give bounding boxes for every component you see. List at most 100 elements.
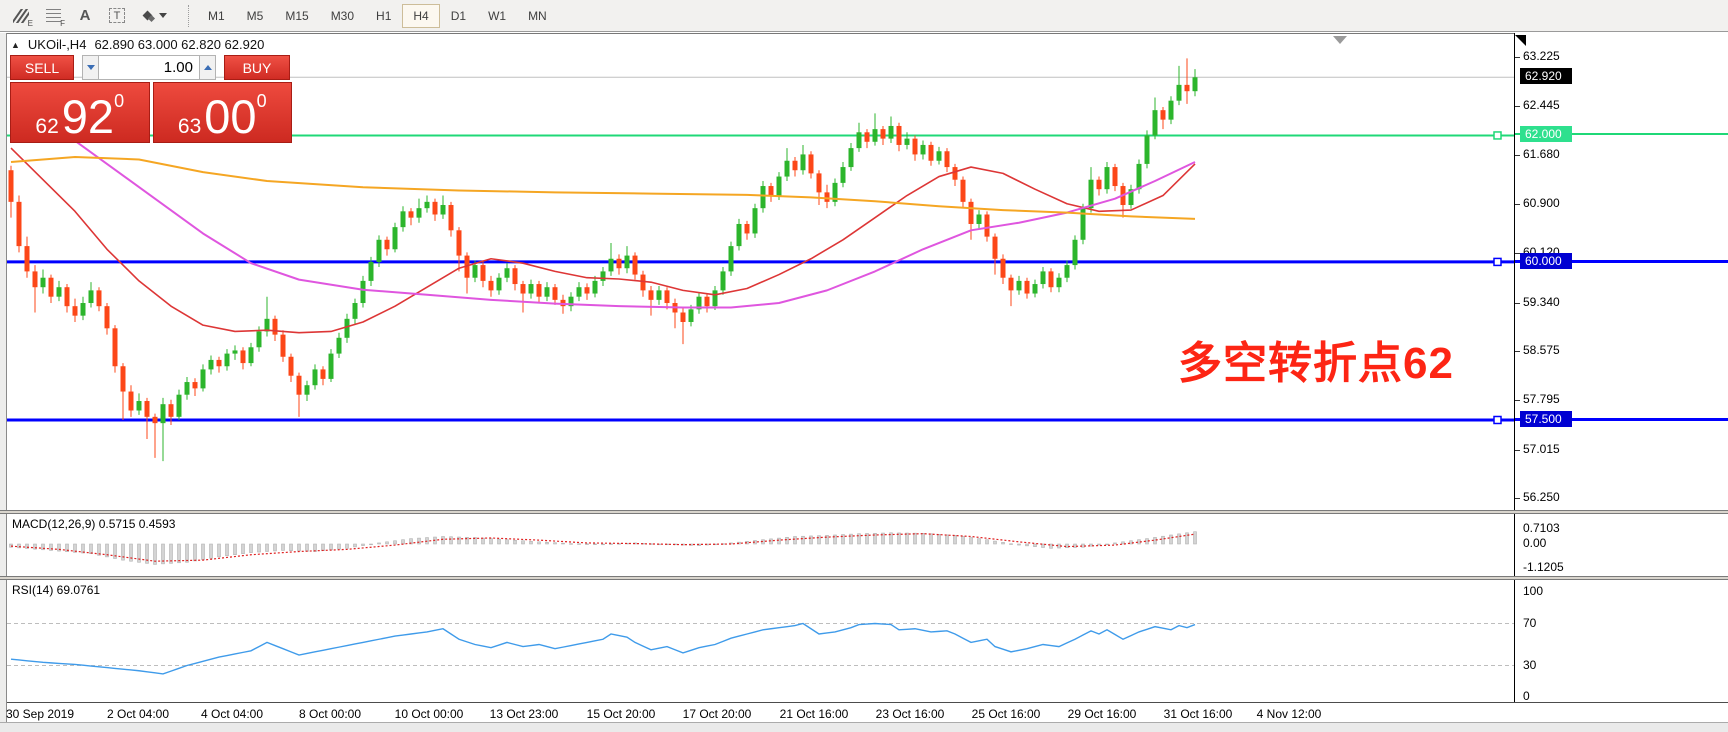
candle-body [441,205,446,214]
time-axis-label: 4 Nov 12:00 [1257,707,1322,721]
candle-body [729,246,734,271]
time-axis-label: 13 Oct 23:00 [490,707,559,721]
sell-price-display[interactable]: 62 92 0 [10,82,150,143]
rsi-axis-label: 70 [1523,616,1536,631]
candle-body [601,271,606,280]
candle-body [377,240,382,262]
candle-body [257,331,262,347]
price-axis[interactable]: 63.22562.44561.68060.90060.12059.34058.5… [1514,33,1728,702]
timeframe-button-d1[interactable]: D1 [440,4,477,28]
text-tool-icon[interactable]: A [70,3,100,29]
candle-body [841,167,846,183]
candle-body [985,214,990,236]
candle-body [25,246,30,271]
price-axis-label: 58.575 [1523,343,1560,358]
buy-price-whole: 63 [178,116,201,137]
macd-histogram-bar [498,539,501,544]
line-drag-handle[interactable] [1494,132,1501,139]
time-axis-label: 17 Oct 20:00 [683,707,752,721]
one-click-collapse-icon[interactable]: ▲ [11,40,20,50]
timeframe-button-m1[interactable]: M1 [197,4,236,28]
macd-histogram-bar [594,544,597,545]
macd-histogram-bar [1178,534,1181,544]
price-level-badge: 60.000 [1520,253,1572,269]
candle-body [1089,180,1094,208]
pane-splitter[interactable] [0,576,1728,580]
macd-histogram-bar [394,541,397,544]
macd-histogram-bar [450,537,453,544]
rsi-line [11,624,1195,674]
macd-histogram-bar [954,535,957,544]
volume-decrease-button[interactable] [82,55,99,80]
equidistant-channel-tool-icon[interactable]: E [6,3,36,29]
rsi-axis-label: 100 [1523,584,1543,599]
timeframe-button-h1[interactable]: H1 [365,4,402,28]
timeframe-button-h4[interactable]: H4 [402,4,439,28]
candle-body [809,154,814,173]
chevron-down-icon [159,13,167,18]
line-drag-handle[interactable] [1494,416,1501,423]
macd-histogram-bar [794,536,797,544]
timeframe-button-m30[interactable]: M30 [320,4,365,28]
buy-price-display[interactable]: 63 00 0 [153,82,293,143]
time-axis-label: 30 Sep 2019 [6,707,74,721]
candle-body [153,417,158,423]
candle-body [753,208,758,233]
macd-histogram-bar [1194,532,1197,544]
candle-body [137,401,142,410]
arrow-up-icon [204,65,212,70]
timeframe-button-m5[interactable]: M5 [236,4,275,28]
candle-body [49,278,54,297]
macd-indicator-pane[interactable]: MACD(12,26,9) 0.5715 0.4593 [7,514,1514,576]
timeframe-button-mn[interactable]: MN [517,4,558,28]
time-axis[interactable]: 30 Sep 20192 Oct 04:004 Oct 04:008 Oct 0… [7,702,1728,722]
macd-histogram-bar [562,543,565,544]
candle-body [1001,259,1006,278]
arrow-down-icon [87,65,95,70]
candle-body [185,382,190,395]
axis-tick-mark [1515,450,1520,451]
candle-body [585,287,590,293]
macd-histogram-bar [266,544,269,552]
candle-body [593,281,598,294]
time-axis-label: 21 Oct 16:00 [780,707,849,721]
macd-histogram-bar [978,539,981,544]
axis-tick-mark [1515,204,1520,205]
macd-histogram-bar [242,544,245,554]
tool-sub-letter: E [28,19,33,28]
buy-price-pips: 00 [204,98,256,137]
macd-histogram-bar [378,543,381,544]
timeframe-button-m15[interactable]: M15 [274,4,319,28]
macd-histogram-bar [322,544,325,551]
line-drag-handle[interactable] [1494,258,1501,265]
macd-histogram-bar [370,544,373,545]
macd-histogram-bar [258,544,261,552]
candle-body [1017,281,1022,290]
sell-price-whole: 62 [35,116,58,137]
buy-button[interactable]: BUY [224,55,290,80]
candle-body [409,211,414,217]
candle-body [761,186,766,208]
volume-input[interactable] [99,55,199,80]
buy-price-point: 0 [257,92,267,110]
candle-body [305,385,310,394]
chart-text-annotation[interactable]: 多空转折点62 [1178,327,1454,391]
price-chart-pane[interactable]: ▲ UKOil-,H4 62.890 63.000 62.820 62.920 … [7,33,1514,510]
volume-increase-button[interactable] [199,55,216,80]
rsi-indicator-pane[interactable]: RSI(14) 69.0761 [7,580,1514,702]
pane-splitter[interactable] [0,510,1728,514]
label-tool-icon[interactable]: T [102,3,132,29]
candle-body [1057,278,1062,287]
candle-body [1009,278,1014,291]
macd-histogram-bar [194,544,197,561]
arrows-tool-icon[interactable] [134,3,176,29]
fibonacci-tool-icon[interactable]: F [38,3,68,29]
sell-button[interactable]: SELL [10,55,74,80]
candle-body [713,290,718,306]
macd-histogram-bar [354,544,357,547]
axis-tick-mark [1515,400,1520,401]
candle-body [113,328,118,366]
timeframe-button-w1[interactable]: W1 [477,4,517,28]
macd-histogram-bar [218,544,221,557]
candle-body [777,177,782,196]
